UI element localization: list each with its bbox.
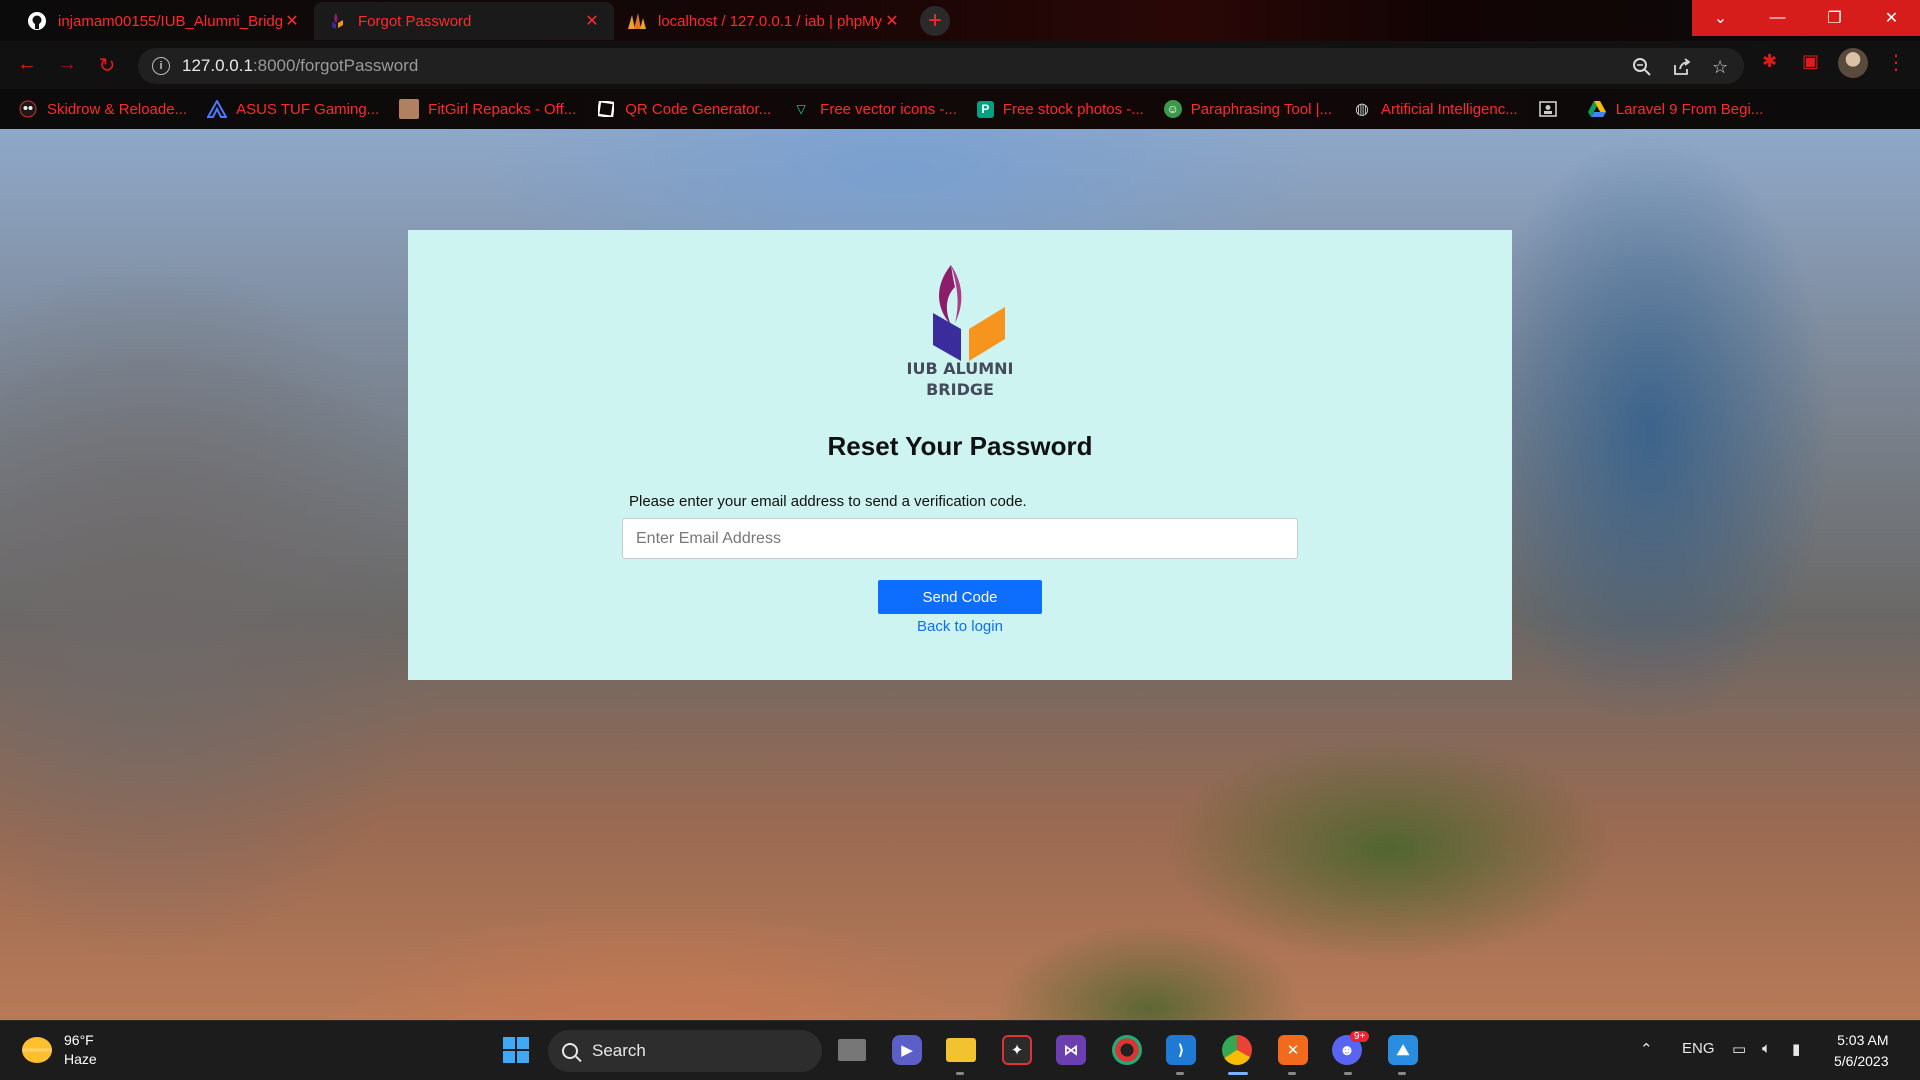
minimize-icon[interactable]: — xyxy=(1749,0,1806,36)
bookmark-star-icon[interactable]: ☆ xyxy=(1712,57,1728,78)
bookmark-vector-icons[interactable]: ▽ Free vector icons -... xyxy=(791,99,957,119)
windows-taskbar: 96°F Haze Search ▶ ✦ ⋈ ⟩ ✕ ☻ 9+ ⛰ ⌃ ENG … xyxy=(0,1020,1920,1080)
restore-icon[interactable]: ❐ xyxy=(1806,0,1863,36)
url-path: :8000/forgotPassword xyxy=(252,56,419,75)
vector-icon: ▽ xyxy=(796,102,806,116)
running-indicator xyxy=(1288,1072,1296,1075)
address-bar[interactable]: i 127.0.0.1:8000/forgotPassword ☆ xyxy=(138,48,1744,84)
haze-sun-icon xyxy=(22,1037,52,1063)
page-background: IUB ALUMNI BRIDGE Reset Your Password Pl… xyxy=(0,129,1920,1020)
tab-title: injamam00155/IUB_Alumni_Bridge xyxy=(58,12,282,30)
tab-search-icon[interactable]: ⌄ xyxy=(1692,0,1749,36)
close-icon[interactable]: ✕ xyxy=(882,11,902,31)
game-app-icon[interactable]: ✦ xyxy=(1002,1035,1032,1065)
tab-title: Forgot Password xyxy=(358,12,472,30)
vscode-icon[interactable]: ⟩ xyxy=(1166,1035,1196,1065)
skull-icon xyxy=(18,99,38,119)
browser-toolbar: ← → ↻ i 127.0.0.1:8000/forgotPassword ☆ … xyxy=(0,41,1920,89)
bookmark-stock-photos[interactable]: P Free stock photos -... xyxy=(976,100,1144,118)
running-indicator xyxy=(1176,1072,1184,1075)
show-hidden-icons-icon[interactable]: ⌃ xyxy=(1640,1040,1653,1058)
running-indicator xyxy=(1344,1072,1352,1075)
contact-card-icon xyxy=(1538,99,1558,119)
reset-password-card: IUB ALUMNI BRIDGE Reset Your Password Pl… xyxy=(408,230,1512,680)
profile-avatar[interactable] xyxy=(1838,48,1868,78)
running-indicator xyxy=(956,1072,964,1075)
discord-badge: 9+ xyxy=(1350,1031,1370,1042)
weather-desc: Haze xyxy=(64,1051,97,1067)
instruction-text: Please enter your email address to send … xyxy=(629,493,1027,510)
tab-phpmyadmin[interactable]: localhost / 127.0.0.1 / iab | phpMyAdmin… xyxy=(614,2,914,40)
battery-icon[interactable]: ▮ xyxy=(1792,1040,1800,1058)
chrome-icon[interactable] xyxy=(1222,1035,1252,1065)
close-icon[interactable]: ✕ xyxy=(282,11,302,31)
share-icon[interactable] xyxy=(1672,57,1692,82)
side-panel-icon[interactable]: ▣ xyxy=(1802,51,1819,72)
forward-arrow-icon[interactable]: → xyxy=(54,53,80,76)
taskbar-search[interactable]: Search xyxy=(548,1030,822,1072)
qr-icon xyxy=(596,99,616,119)
github-icon xyxy=(26,10,48,32)
clock[interactable]: 5:03 AM 5/6/2023 xyxy=(1834,1030,1889,1072)
google-drive-icon xyxy=(1587,99,1607,119)
weather-widget[interactable]: 96°F Haze xyxy=(22,1031,97,1069)
language-indicator[interactable]: ENG xyxy=(1682,1040,1715,1057)
volume-icon[interactable]: 🔈︎ xyxy=(1762,1040,1771,1057)
task-view-icon[interactable] xyxy=(838,1039,866,1061)
file-explorer-icon[interactable] xyxy=(946,1038,976,1062)
page-title: Reset Your Password xyxy=(827,431,1093,461)
start-windows-icon[interactable] xyxy=(501,1035,531,1065)
stock-photo-icon: P xyxy=(976,100,994,118)
site-info-icon[interactable]: i xyxy=(152,57,170,75)
asus-tuf-icon xyxy=(207,99,228,119)
search-icon xyxy=(562,1043,578,1059)
bookmark-contact[interactable] xyxy=(1538,99,1567,119)
extension-puzzle-icon[interactable]: ✱ xyxy=(1762,51,1777,72)
bookmarks-bar: Skidrow & Reloade... ASUS TUF Gaming... … xyxy=(0,89,1920,129)
bookmark-ai[interactable]: ◍ Artificial Intelligenc... xyxy=(1352,99,1518,119)
robot-icon: ☺ xyxy=(1163,100,1182,118)
new-tab-button[interactable]: + xyxy=(920,6,950,36)
logo-text: IUB ALUMNI BRIDGE xyxy=(906,359,1014,399)
url-host: 127.0.0.1 xyxy=(182,56,253,75)
network-icon[interactable]: ▭ xyxy=(1732,1040,1746,1058)
tab-forgot-password[interactable]: Forgot Password ✕ xyxy=(314,2,614,40)
tab-github[interactable]: injamam00155/IUB_Alumni_Bridge ✕ xyxy=(14,2,314,40)
close-window-icon[interactable]: ✕ xyxy=(1863,0,1920,36)
back-to-login-link[interactable]: Back to login xyxy=(408,618,1512,635)
photos-icon[interactable]: ⛰ xyxy=(1388,1035,1418,1065)
zoom-icon[interactable] xyxy=(1632,57,1652,82)
running-indicator xyxy=(1398,1072,1406,1075)
iub-favicon-icon xyxy=(326,10,348,32)
bookmark-qr[interactable]: QR Code Generator... xyxy=(596,99,771,119)
weather-temp: 96°F xyxy=(64,1032,94,1048)
window-controls: ⌄ — ❐ ✕ xyxy=(1692,0,1920,36)
active-indicator xyxy=(1228,1072,1248,1075)
globe-icon: ◍ xyxy=(1355,101,1369,118)
tab-title: localhost / 127.0.0.1 / iab | phpMyAdmin xyxy=(658,12,882,30)
back-arrow-icon[interactable]: ← xyxy=(14,53,40,76)
send-code-button[interactable]: Send Code xyxy=(878,580,1042,614)
phpmyadmin-icon xyxy=(626,10,648,32)
bookmark-skidrow[interactable]: Skidrow & Reloade... xyxy=(18,99,187,119)
close-icon[interactable]: ✕ xyxy=(582,11,602,31)
bookmark-laravel[interactable]: Laravel 9 From Begi... xyxy=(1587,99,1763,119)
bookmark-fitgirl[interactable]: FitGirl Repacks - Off... xyxy=(399,99,576,119)
bookmark-paraphrasing[interactable]: ☺ Paraphrasing Tool |... xyxy=(1163,100,1332,118)
bookmark-asus[interactable]: ASUS TUF Gaming... xyxy=(207,99,379,119)
teams-chat-icon[interactable]: ▶ xyxy=(892,1035,922,1065)
menu-dots-icon[interactable]: ⋮ xyxy=(1886,50,1906,75)
email-input[interactable] xyxy=(622,518,1298,559)
fitgirl-icon xyxy=(399,99,420,119)
xampp-icon[interactable]: ✕ xyxy=(1278,1035,1308,1065)
tab-bar: injamam00155/IUB_Alumni_Bridge ✕ Forgot … xyxy=(0,0,1920,41)
visual-studio-icon[interactable]: ⋈ xyxy=(1056,1035,1086,1065)
reload-icon[interactable]: ↻ xyxy=(94,53,120,78)
color-app-icon[interactable] xyxy=(1112,1035,1142,1065)
